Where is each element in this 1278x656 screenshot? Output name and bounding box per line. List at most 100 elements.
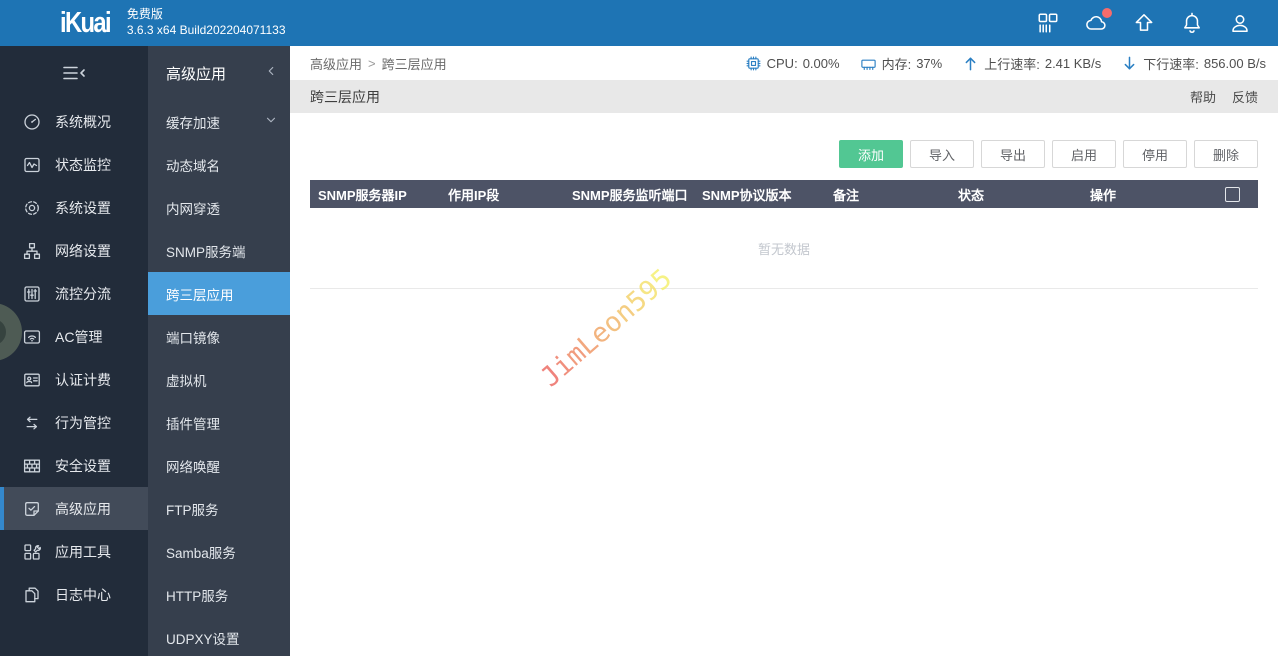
- sidebar-item-label: 日志中心: [55, 586, 111, 603]
- checkbox-cell: [1225, 186, 1258, 202]
- chevron-down-icon: [264, 113, 278, 130]
- logs-icon: [22, 585, 42, 605]
- toolbar-button[interactable]: 导入: [910, 140, 974, 168]
- main-layout: 系统概况 状态监控 系统设置 网络设置 流控分流 AC管理 认证计费 行为管控 安全设置 高级应用…: [0, 46, 1278, 656]
- select-all-checkbox[interactable]: [1225, 186, 1240, 202]
- primary-sidebar: 系统概况状态监控系统设置网络设置流控分流 AC管理认证计费行为管控安全设置高级应用…: [0, 46, 148, 656]
- breadcrumb-parent[interactable]: 高级应用: [310, 54, 362, 73]
- gauge-icon: [22, 112, 42, 132]
- submenu-item-label: FTP服务: [166, 502, 219, 518]
- sidebar-item-8[interactable]: 安全设置: [0, 444, 148, 487]
- submenu-item-11[interactable]: HTTP服务: [148, 573, 290, 616]
- submenu-header: 高级应用: [148, 46, 290, 100]
- sidebar-item-10[interactable]: 应用工具: [0, 530, 148, 573]
- sidebar-item-9[interactable]: 高级应用: [0, 487, 148, 530]
- apps-grid-icon[interactable]: [1035, 10, 1061, 36]
- submenu-item-7[interactable]: 插件管理: [148, 401, 290, 444]
- content-area: 添加 导入 导出 启用 停用 删除 SNMP服务器IP 作用IP段 SNMP服务监听端口 SNM…: [290, 113, 1278, 656]
- cpu-icon: [745, 55, 762, 72]
- stat-value: 0.00%: [802, 55, 840, 71]
- ikuai-logo: iKuai: [60, 6, 112, 39]
- sidebar-item-label: 流控分流: [55, 285, 111, 302]
- upload-arrow-icon[interactable]: [1131, 10, 1157, 36]
- sidebar-item-0[interactable]: 系统概况: [0, 100, 148, 143]
- submenu-item-label: 跨三层应用: [166, 287, 234, 303]
- version-info: 免费版 3.6.3 x64 Build202204071133: [127, 7, 286, 38]
- column-header: 备注: [833, 187, 860, 203]
- sidebar-item-11[interactable]: 日志中心: [0, 573, 148, 616]
- submenu-item-12[interactable]: UDPXY设置: [148, 616, 290, 656]
- sidebar-item-label: 应用工具: [55, 543, 111, 560]
- sidebar-item-5[interactable]: AC管理: [0, 315, 148, 358]
- submenu-item-9[interactable]: FTP服务: [148, 487, 290, 530]
- toolbar-button[interactable]: 停用: [1123, 140, 1187, 168]
- submenu-item-5[interactable]: 端口镜像: [148, 315, 290, 358]
- breadcrumb-bar: 高级应用 > 跨三层应用 CPU: 0.00% 内存: 37% 上行速率: 2.41 KB…: [290, 46, 1278, 80]
- stat-value: 856.00 B/s: [1203, 55, 1266, 71]
- sidebar-item-label: AC管理: [55, 328, 103, 345]
- breadcrumb-separator: >: [368, 55, 376, 71]
- column-header: 作用IP段: [448, 187, 500, 203]
- feedback-link[interactable]: 反馈: [1232, 87, 1258, 106]
- app-window: iKuai 免费版 3.6.3 x64 Build202204071133 系统…: [0, 0, 1278, 656]
- build-label: 3.6.3 x64 Build202204071133: [126, 23, 286, 37]
- stat-value: 2.41 KB/s: [1044, 55, 1102, 71]
- status-stats: CPU: 0.00% 内存: 37% 上行速率: 2.41 KB/s 下行速率: 856.00…: [745, 54, 1266, 73]
- submenu-item-2[interactable]: 内网穿透: [148, 186, 290, 229]
- gear-icon: [22, 198, 42, 218]
- breadcrumb-current: 跨三层应用: [381, 56, 447, 72]
- sidebar-item-2[interactable]: 系统设置: [0, 186, 148, 229]
- sidebar-item-7[interactable]: 行为管控: [0, 401, 148, 444]
- toolbar: 添加 导入 导出 启用 停用 删除: [310, 140, 1258, 168]
- submenu-item-1[interactable]: 动态域名: [148, 143, 290, 186]
- submenu-item-3[interactable]: SNMP服务端: [148, 229, 290, 272]
- help-link[interactable]: 帮助: [1190, 87, 1216, 106]
- topbar-icons: [1035, 8, 1253, 36]
- empty-state: 暂无数据: [310, 208, 1258, 289]
- cloud-icon[interactable]: [1083, 8, 1112, 36]
- notification-badge: [1102, 8, 1112, 18]
- submenu-item-label: 缓存加速: [166, 115, 220, 131]
- column-header: SNMP服务监听端口: [572, 187, 688, 203]
- sidebar-collapse-button[interactable]: [0, 46, 148, 100]
- toolbar-button[interactable]: 删除: [1194, 140, 1258, 168]
- submenu-item-0[interactable]: 缓存加速: [148, 100, 290, 143]
- sidebar-item-6[interactable]: 认证计费: [0, 358, 148, 401]
- stat-label: 下行速率:: [1143, 56, 1199, 72]
- monitor-icon: [22, 155, 42, 175]
- submenu-item-6[interactable]: 虚拟机: [148, 358, 290, 401]
- sidebar-item-label: 状态监控: [55, 156, 111, 173]
- advanced-icon: [22, 499, 42, 519]
- toolbar-button[interactable]: 启用: [1052, 140, 1116, 168]
- sliders-icon: [22, 284, 42, 304]
- edition-label: 免费版: [126, 7, 163, 22]
- submenu-item-4[interactable]: 跨三层应用: [148, 272, 290, 315]
- sidebar-menu: 系统概况状态监控系统设置网络设置流控分流 AC管理认证计费行为管控安全设置高级应用…: [0, 100, 148, 616]
- sidebar-item-1[interactable]: 状态监控: [0, 143, 148, 186]
- sidebar-item-label: 行为管控: [55, 414, 111, 431]
- arrows-icon: [22, 413, 42, 433]
- stat-cpu: CPU: 0.00%: [745, 55, 840, 72]
- submenu-item-label: 内网穿透: [166, 201, 220, 217]
- bell-icon[interactable]: [1179, 10, 1205, 36]
- submenu-item-label: 端口镜像: [166, 330, 220, 346]
- sidebar-item-label: 高级应用: [55, 500, 111, 517]
- page-title-bar: 跨三层应用 帮助 反馈: [290, 80, 1278, 113]
- sidebar-item-label: 系统概况: [55, 113, 111, 130]
- page-title: 跨三层应用: [310, 88, 380, 105]
- stat-label: CPU:: [766, 55, 798, 71]
- sidebar-item-4[interactable]: 流控分流: [0, 272, 148, 315]
- toolbar-button[interactable]: 导出: [981, 140, 1045, 168]
- title-actions: 帮助 反馈: [1190, 87, 1258, 106]
- stat-label: 内存:: [881, 56, 912, 72]
- stat-arrow-up: 上行速率: 2.41 KB/s: [962, 54, 1101, 73]
- chevron-left-icon[interactable]: [264, 64, 278, 82]
- submenu-item-8[interactable]: 网络唤醒: [148, 444, 290, 487]
- sidebar-item-label: 系统设置: [55, 199, 111, 216]
- add-button[interactable]: 添加: [839, 140, 903, 168]
- stat-label: 上行速率:: [984, 56, 1040, 72]
- submenu-item-10[interactable]: Samba服务: [148, 530, 290, 573]
- sidebar-item-3[interactable]: 网络设置: [0, 229, 148, 272]
- user-icon[interactable]: [1227, 10, 1253, 36]
- secondary-sidebar: 高级应用 缓存加速动态域名内网穿透 SNMP服务端跨三层应用端口镜像虚拟机 插件管理…: [148, 46, 290, 656]
